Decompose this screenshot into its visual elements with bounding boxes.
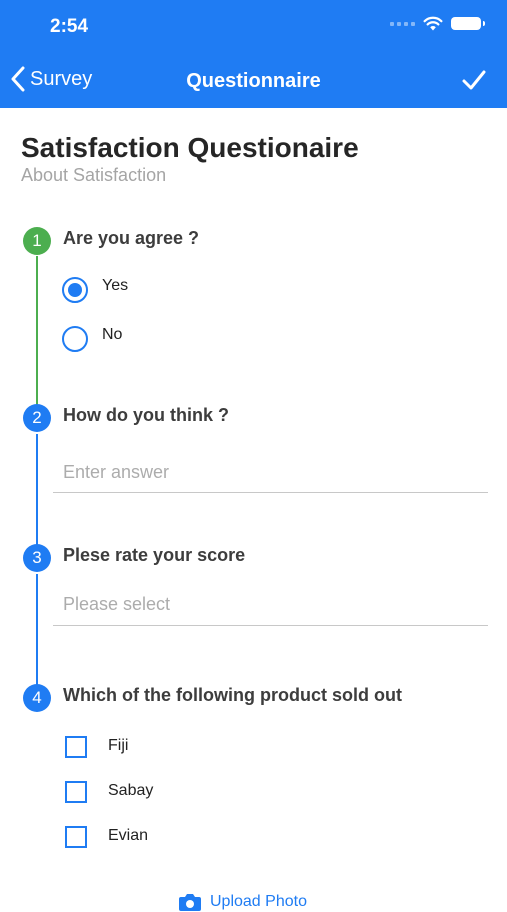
- question-1-label: Are you agree ?: [63, 228, 200, 248]
- upload-photo-label: Upload Photo: [210, 893, 307, 910]
- radio-yes[interactable]: [62, 277, 88, 303]
- page-title: Satisfaction Questionaire: [21, 132, 359, 163]
- checkbox-sabay-label: Sabay: [108, 782, 154, 799]
- checkbox-fiji[interactable]: [65, 736, 87, 758]
- checkbox-fiji-label: Fiji: [108, 737, 129, 754]
- question-4-label: Which of the following product sold out: [63, 685, 402, 705]
- battery-icon: [451, 17, 485, 30]
- page-subtitle: About Satisfaction: [21, 165, 167, 185]
- nav-title: Questionnaire: [186, 70, 321, 92]
- step-connector-3: [36, 574, 38, 686]
- radio-no[interactable]: [62, 326, 88, 352]
- question-2-label: How do you think ?: [63, 405, 229, 425]
- score-select[interactable]: Please select: [53, 586, 488, 626]
- radio-yes-label: Yes: [102, 277, 129, 294]
- camera-icon: [179, 894, 201, 911]
- checkbox-evian[interactable]: [65, 826, 87, 848]
- step-connector-2: [36, 434, 38, 546]
- app-header: 2:54 Survey Questionnaire: [0, 0, 507, 108]
- score-select-placeholder: Please select: [63, 594, 171, 614]
- radio-no-label: No: [102, 326, 123, 343]
- step-number-1: 1: [23, 227, 51, 255]
- status-time: 2:54: [50, 16, 89, 37]
- checkbox-sabay[interactable]: [65, 781, 87, 803]
- step-number-2: 2: [23, 404, 51, 432]
- step-number-4: 4: [23, 684, 51, 712]
- step-connector-1: [36, 256, 38, 406]
- answer-input[interactable]: [53, 453, 488, 493]
- survey-content: Satisfaction Questionaire About Satisfac…: [0, 108, 507, 911]
- step-number-3: 3: [23, 544, 51, 572]
- cellular-signal-icon: [390, 21, 415, 26]
- done-checkmark-icon[interactable]: [461, 67, 487, 93]
- wifi-icon: [423, 16, 443, 31]
- checkbox-evian-label: Evian: [108, 827, 149, 844]
- question-3-label: Plese rate your score: [63, 545, 246, 565]
- status-icons: [390, 16, 485, 31]
- upload-photo-button[interactable]: Upload Photo: [178, 892, 307, 912]
